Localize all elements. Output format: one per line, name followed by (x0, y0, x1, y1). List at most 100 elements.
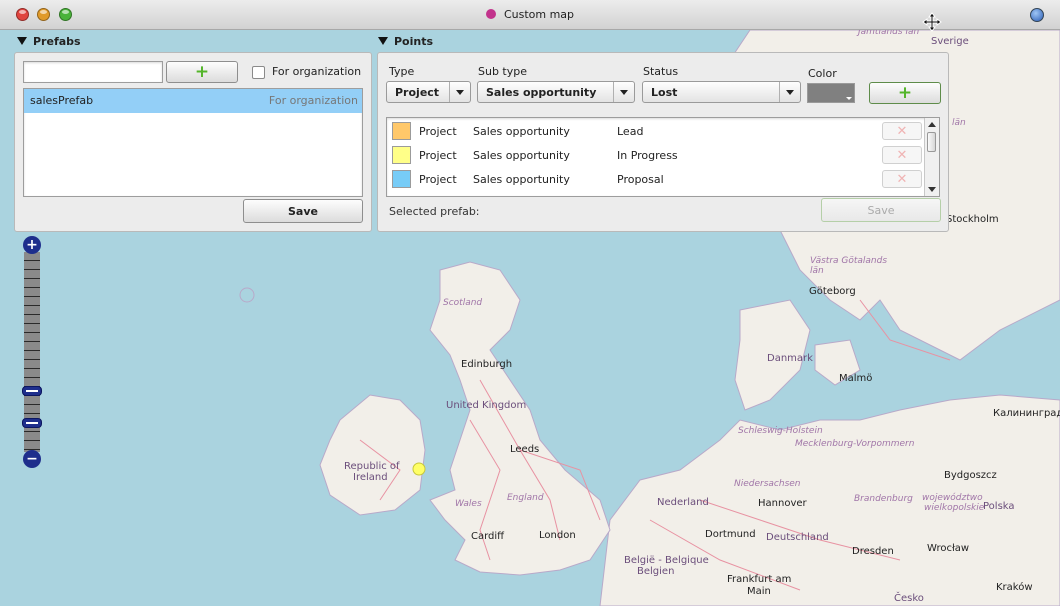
dropdown-arrow-icon (779, 82, 800, 102)
map-label-sverige: Sverige (931, 36, 969, 47)
prefab-list-item[interactable]: salesPrefab For organization (24, 89, 362, 113)
type-select[interactable]: Project (386, 81, 471, 103)
map-label-mecklenburg: Mecklenburg-Vorpommern (795, 439, 915, 449)
map-label-wales: Wales (455, 499, 482, 509)
status-select[interactable]: Lost (642, 81, 801, 103)
map-label-bydgoszcz: Bydgoszcz (944, 470, 997, 481)
map-label-hannover: Hannover (758, 498, 807, 509)
color-picker-arrow-icon (846, 97, 852, 100)
app-icon (485, 9, 496, 19)
add-point-button[interactable]: + (869, 82, 941, 104)
zoom-out-button[interactable]: − (23, 450, 41, 468)
point-type: Project (419, 125, 457, 138)
map-label-edinburgh: Edinburgh (461, 359, 513, 370)
map-label-stockholm: Stockholm (946, 214, 999, 225)
map-label-london: London (539, 530, 576, 541)
points-save-button[interactable]: Save (821, 198, 941, 222)
point-color-swatch (392, 146, 411, 164)
move-cursor-icon (922, 12, 942, 32)
color-label: Color (808, 67, 837, 80)
map-label-vastra: Västra Götalands län (810, 256, 888, 276)
delete-point-button[interactable]: ✕ (882, 122, 922, 140)
delete-point-button[interactable]: ✕ (882, 170, 922, 188)
point-color-swatch (392, 170, 411, 188)
point-status: Proposal (617, 173, 664, 186)
map-label-ireland-2: Ireland (353, 472, 388, 483)
map-label-malmo: Malmö (839, 373, 873, 384)
map-label-uk: United Kingdom (446, 400, 527, 411)
plus-icon: + (897, 82, 913, 103)
points-list[interactable]: Project Sales opportunity Lead ✕ Project… (386, 117, 940, 197)
point-subtype: Sales opportunity (473, 125, 570, 138)
map-label-dresden: Dresden (852, 546, 894, 557)
map-label-ireland-1: Republic of (344, 461, 400, 472)
type-label: Type (389, 65, 415, 78)
map-label-brandenburg: Brandenburg (854, 494, 913, 504)
disclosure-triangle-icon[interactable] (17, 37, 27, 45)
map-label-wroclaw: Wrocław (927, 543, 970, 554)
dropdown-arrow-icon (613, 82, 634, 102)
points-list-row[interactable]: Project Sales opportunity Proposal ✕ (388, 167, 922, 191)
zoom-slider-handle-2[interactable] (22, 418, 42, 428)
point-status: In Progress (617, 149, 678, 162)
points-list-scrollbar[interactable] (924, 118, 939, 196)
map-label-polska: Polska (983, 501, 1015, 512)
scroll-down-arrow-icon[interactable] (928, 187, 936, 192)
window-toolbar-toggle-button[interactable] (1030, 8, 1044, 22)
map-label-frankfurt-1: Frankfurt am (727, 574, 792, 585)
prefabs-section-header[interactable]: Prefabs (17, 33, 81, 49)
point-status: Lead (617, 125, 644, 138)
window-title: Custom map (0, 8, 1060, 21)
map-label-kaliningrad: Калининград (993, 408, 1060, 419)
delete-point-button[interactable]: ✕ (882, 146, 922, 164)
point-marker (412, 462, 426, 476)
zoom-slider-handle[interactable] (22, 386, 42, 396)
prefabs-panel: + For organization salesPrefab For organ… (14, 52, 372, 232)
map-label-belgique-1: België - Belgique (624, 555, 709, 566)
point-type: Project (419, 173, 457, 186)
color-picker[interactable] (807, 83, 855, 103)
point-subtype: Sales opportunity (473, 173, 570, 186)
points-list-row[interactable]: Project Sales opportunity In Progress ✕ (388, 143, 922, 167)
map-label-nederland: Nederland (657, 497, 709, 508)
selected-prefab-label: Selected prefab: (389, 205, 480, 218)
point-color-swatch (392, 122, 411, 140)
zoom-in-button[interactable]: + (23, 236, 41, 254)
map-label-goteborg: Göteborg (809, 286, 856, 297)
disclosure-triangle-icon[interactable] (378, 37, 388, 45)
points-panel: Type Sub type Status Color Project Sales… (377, 52, 949, 232)
points-list-row[interactable]: Project Sales opportunity Lead ✕ (388, 119, 922, 143)
prefab-save-button[interactable]: Save (243, 199, 363, 223)
subtype-label: Sub type (478, 65, 528, 78)
map-label-frankfurt-2: Main (747, 586, 771, 597)
dropdown-arrow-icon (449, 82, 470, 102)
point-subtype: Sales opportunity (473, 149, 570, 162)
map-label-krakow: Kraków (996, 582, 1033, 593)
points-section-header[interactable]: Points (378, 33, 433, 49)
map-label-england: England (507, 493, 544, 503)
prefab-name-input[interactable] (23, 61, 163, 83)
map-label-scotland: Scotland (443, 298, 483, 308)
map-label-cardiff: Cardiff (471, 531, 505, 542)
map-label-deutschland: Deutschland (766, 532, 829, 543)
subtype-select[interactable]: Sales opportunity (477, 81, 635, 103)
map-label-lan: län (952, 118, 966, 128)
status-label: Status (643, 65, 679, 78)
add-prefab-button[interactable]: + (166, 61, 238, 83)
for-organization-checkbox[interactable] (252, 66, 265, 79)
map-label-dortmund: Dortmund (705, 529, 756, 540)
plus-icon: + (194, 61, 210, 82)
map-label-leeds: Leeds (510, 444, 540, 455)
point-type: Project (419, 149, 457, 162)
scroll-up-arrow-icon[interactable] (928, 122, 936, 127)
prefab-name: salesPrefab (30, 94, 94, 107)
map-label-cesko: Česko (894, 593, 924, 604)
zoom-bar[interactable]: + − (22, 236, 42, 468)
scroll-thumb[interactable] (927, 132, 936, 152)
map-label-schleswig: Schleswig-Holstein (738, 426, 823, 436)
map-label-woj-1: województwo (922, 493, 983, 503)
map-label-belgique-2: Belgien (637, 566, 675, 577)
prefab-list[interactable]: salesPrefab For organization (23, 88, 363, 197)
map-label-niedersachsen: Niedersachsen (734, 479, 801, 489)
for-organization-label: For organization (272, 65, 362, 78)
